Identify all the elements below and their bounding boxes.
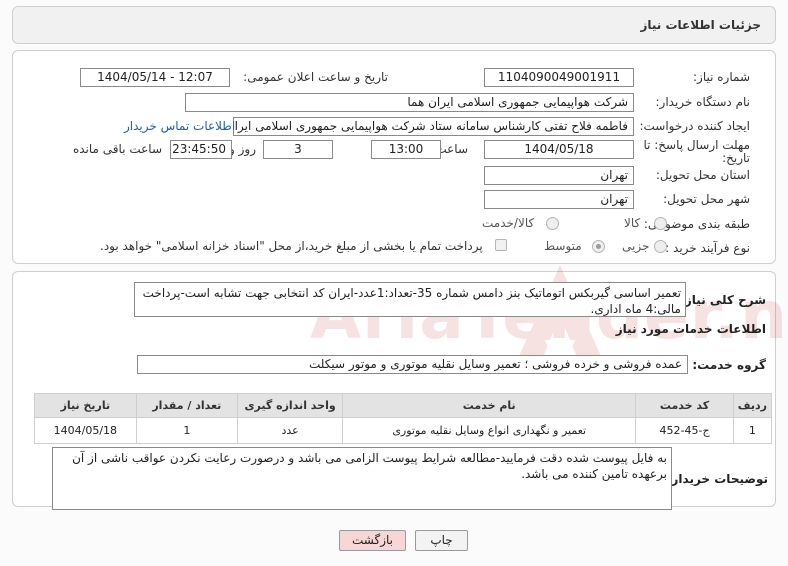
category-goods-radio[interactable] [654,217,667,230]
treasury-payment-checkbox[interactable] [495,239,507,251]
print-button[interactable]: چاپ [415,530,468,551]
deadline-time-field: 13:00 [371,140,441,159]
summary-label: شرح کلی نیاز: [680,293,766,307]
col-unit: واحد اندازه گیری [236,393,344,418]
purchase-minor-label: جزیی [622,239,650,253]
page-header: جزئیات اطلاعات نیاز [12,6,776,44]
purchase-type-label: نوع فرآیند خرید : [665,241,750,255]
province-label: استان محل تحویل: [655,168,750,182]
buyer-org-field: شرکت هواپیمایی جمهوری اسلامی ایران هما [185,93,634,112]
need-number-field: 1104090049001911 [484,68,634,87]
col-service-name: نام خدمت [342,393,637,418]
table-row: 1 ج-45-452 تعمیر و نگهداری انواع وسایل ن… [34,417,773,444]
purchase-minor-radio[interactable] [654,240,667,253]
category-goods-service-label: کالا/خدمت [482,216,535,230]
buyer-contact-link[interactable]: اطلاعات تماس خریدار [124,119,235,133]
back-button[interactable]: بازگشت [339,530,406,551]
city-field: تهران [484,190,634,209]
treasury-payment-note: پرداخت تمام یا بخشی از مبلغ خرید،از محل … [100,239,483,253]
remaining-time-field: 23:45:50 [170,140,232,159]
days-label: روز و [229,142,256,156]
purchase-medium-radio[interactable] [592,240,605,253]
cell-row-number: 1 [732,417,773,444]
remaining-time-label: ساعت باقی مانده [72,142,162,156]
services-table-header: ردیف کد خدمت نام خدمت واحد اندازه گیری ت… [34,393,773,418]
remaining-days-field: 3 [263,140,333,159]
deadline-label-date: تاریخ: [722,151,750,165]
cell-need-date: 1404/05/18 [34,417,137,444]
services-section-title: اطلاعات خدمات مورد نیاز [615,322,766,336]
category-goods-service-radio[interactable] [546,217,559,230]
requester-label: ایجاد کننده درخواست: [639,119,750,133]
col-quantity: تعداد / مقدار [135,393,238,418]
buyer-notes-textarea[interactable]: به فایل پیوست شده دقت فرمایید-مطالعه شرا… [52,447,672,510]
buyer-org-label: نام دستگاه خریدار: [655,95,751,109]
cell-quantity: 1 [135,417,238,444]
cell-service-name: تعمیر و نگهداری انواع وسایل نقلیه موتوری [342,417,637,444]
category-goods-label: کالا [624,216,641,230]
buyer-notes-label: توضیحات خریدار: [666,472,768,486]
col-service-code: کد خدمت [635,393,734,418]
service-group-field: عمده فروشی و خرده فروشی ؛ تعمیر وسایل نق… [137,355,688,374]
province-field: تهران [484,166,634,185]
city-label: شهر محل تحویل: [663,192,750,206]
announce-date-field: 1404/05/14 - 12:07 [80,68,230,87]
cell-unit: عدد [236,417,344,444]
need-number-label: شماره نیاز: [693,70,750,84]
page-title: جزئیات اطلاعات نیاز [640,18,761,32]
deadline-date-field: 1404/05/18 [484,140,634,159]
col-row: ردیف [732,393,773,418]
cell-service-code: ج-45-452 [635,417,734,444]
service-group-label: گروه خدمت: [692,358,766,372]
purchase-medium-label: متوسط [544,239,582,253]
summary-textarea[interactable]: تعمیر اساسی گیربکس اتوماتیک بنز دامس شما… [134,282,686,317]
deadline-label: مهلت ارسال پاسخ: تا [643,138,750,152]
services-table: ردیف کد خدمت نام خدمت واحد اندازه گیری ت… [34,393,773,444]
announce-date-label: تاریخ و ساعت اعلان عمومی: [243,70,388,84]
col-need-date: تاریخ نیاز [34,393,137,418]
requester-field: فاطمه فلاح تفتی کارشناس سامانه ستاد شرکت… [233,117,634,136]
